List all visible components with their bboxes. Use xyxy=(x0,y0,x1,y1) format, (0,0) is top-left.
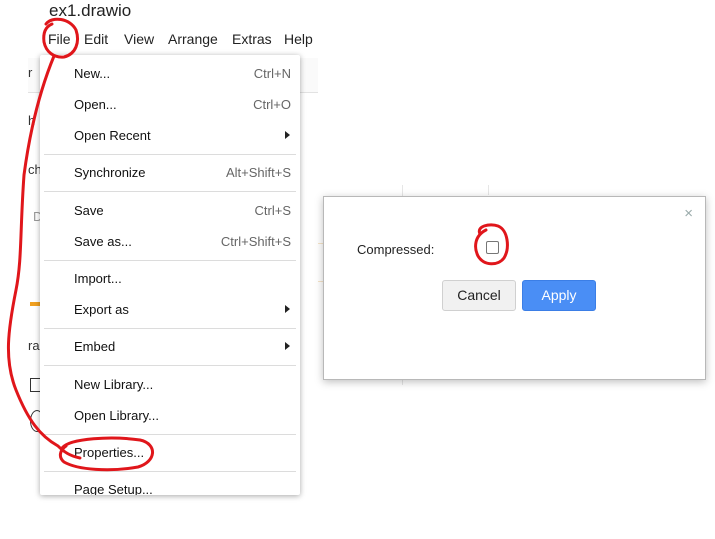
menu-item-label: Embed xyxy=(74,339,116,354)
submenu-arrow-icon xyxy=(285,131,290,139)
menu-help[interactable]: Help xyxy=(284,31,313,47)
menu-item-new-library[interactable]: New Library... xyxy=(40,370,300,400)
menu-item-label: Synchronize xyxy=(74,165,146,180)
cancel-button[interactable]: Cancel xyxy=(442,280,516,311)
menu-item-shortcut: Ctrl+N xyxy=(253,66,291,81)
menu-edit[interactable]: Edit xyxy=(84,31,108,47)
menu-item-synchronize[interactable]: Synchronize Alt+Shift+S xyxy=(40,158,300,188)
close-icon[interactable]: × xyxy=(684,205,693,222)
menu-item-label: Save xyxy=(74,203,104,218)
grid-line xyxy=(488,185,489,195)
menu-file[interactable]: File xyxy=(48,31,71,47)
menu-item-open-recent[interactable]: Open Recent xyxy=(40,121,300,151)
menu-item-label: Save as... xyxy=(74,234,132,249)
menu-separator xyxy=(44,191,296,192)
menu-item-save-as[interactable]: Save as... Ctrl+Shift+S xyxy=(40,227,300,257)
menu-separator xyxy=(44,471,296,472)
menu-item-embed[interactable]: Embed xyxy=(40,332,300,362)
menu-item-label: Import... xyxy=(74,271,122,286)
menu-separator xyxy=(44,434,296,435)
menu-item-shortcut: Alt+Shift+S xyxy=(225,165,291,180)
sidebar-fragment: r xyxy=(28,65,33,80)
properties-dialog: × Compressed: Cancel Apply xyxy=(323,196,706,380)
menu-item-open[interactable]: Open... Ctrl+O xyxy=(40,90,300,120)
compressed-checkbox[interactable] xyxy=(486,241,499,254)
menu-item-shortcut: Ctrl+S xyxy=(254,203,291,218)
menu-item-label: Page Setup... xyxy=(74,482,153,495)
app-title: ex1.drawio xyxy=(49,1,132,20)
menubar: File Edit View Arrange Extras Help xyxy=(28,28,318,52)
menu-separator xyxy=(44,365,296,366)
submenu-arrow-icon xyxy=(285,342,290,350)
menu-item-label: Open... xyxy=(74,97,117,112)
menu-item-import[interactable]: Import... xyxy=(40,264,300,294)
menu-arrange[interactable]: Arrange xyxy=(168,31,218,47)
menu-item-properties[interactable]: Properties... xyxy=(40,438,300,468)
submenu-arrow-icon xyxy=(285,305,290,313)
menu-separator xyxy=(44,260,296,261)
menu-item-label: Open Library... xyxy=(74,408,160,423)
menu-item-label: Properties... xyxy=(74,445,145,460)
menu-item-shortcut: Ctrl+Shift+S xyxy=(220,234,291,249)
menu-item-page-setup[interactable]: Page Setup... xyxy=(40,475,300,495)
sidebar-fragment: ra xyxy=(28,338,40,353)
menu-item-label: New... xyxy=(74,66,111,81)
menu-view[interactable]: View xyxy=(124,31,154,47)
menu-item-label: New Library... xyxy=(74,377,154,392)
compressed-label: Compressed: xyxy=(357,242,435,257)
menu-item-open-library[interactable]: Open Library... xyxy=(40,401,300,431)
shape-swatch-icon[interactable] xyxy=(30,302,40,306)
menu-item-shortcut: Ctrl+O xyxy=(253,97,291,112)
menu-item-new[interactable]: New... Ctrl+N xyxy=(40,59,300,89)
apply-button[interactable]: Apply xyxy=(522,280,596,311)
menu-separator xyxy=(44,154,296,155)
menu-item-save[interactable]: Save Ctrl+S xyxy=(40,196,300,226)
menu-item-export-as[interactable]: Export as xyxy=(40,295,300,325)
menu-separator xyxy=(44,328,296,329)
menu-item-label: Open Recent xyxy=(74,128,151,143)
menu-extras[interactable]: Extras xyxy=(232,31,272,47)
menu-item-label: Export as xyxy=(74,302,129,317)
file-menu-dropdown: New... Ctrl+N Open... Ctrl+O Open Recent… xyxy=(40,55,300,495)
sidebar-fragment: h xyxy=(28,113,36,128)
